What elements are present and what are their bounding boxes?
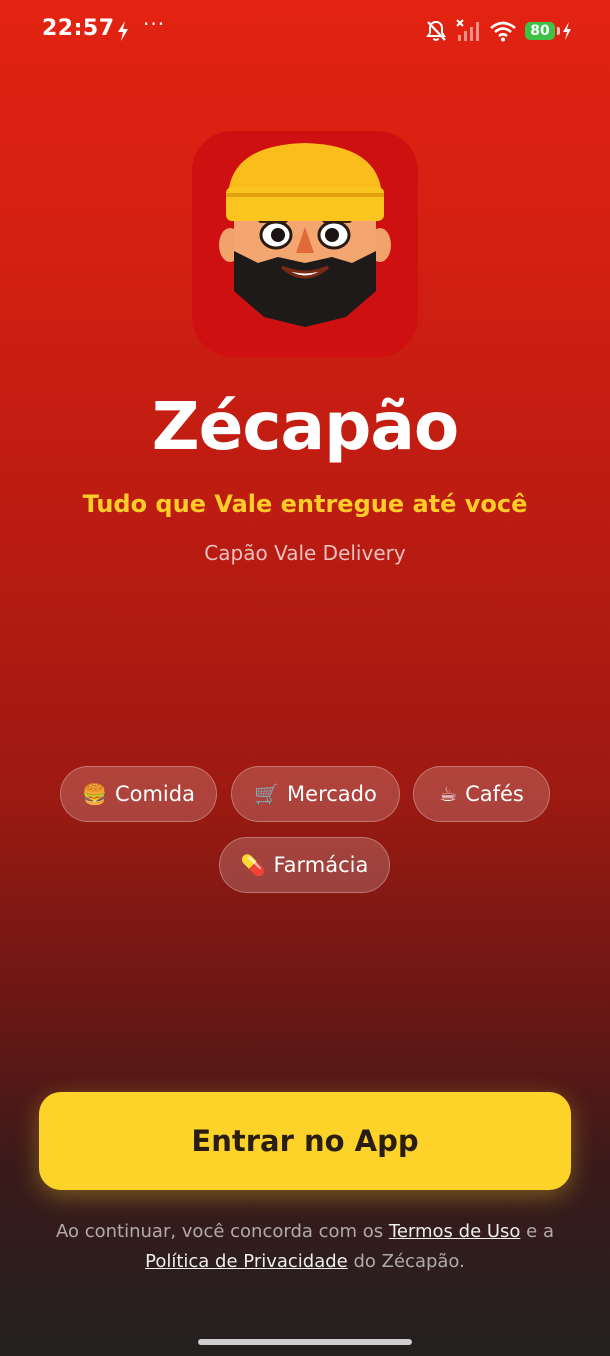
pill-icon: 💊 (240, 853, 266, 877)
charging-bolt-icon (118, 21, 128, 41)
app-logo (192, 131, 418, 357)
app-tagline: Tudo que Vale entregue até você (82, 490, 528, 518)
category-chip-label: Mercado (287, 782, 377, 806)
category-chip-comida[interactable]: 🍔 Comida (60, 766, 217, 822)
legal-prefix: Ao continuar, você concorda com os (55, 1221, 389, 1242)
category-chip-label: Cafés (465, 782, 524, 806)
app-subtitle: Capão Vale Delivery (204, 541, 406, 565)
coffee-icon: ☕ (439, 782, 458, 806)
category-chip-farmacia[interactable]: 💊 Farmácia (219, 837, 390, 893)
status-bar: 22:57 ··· 80 (0, 0, 610, 64)
status-time: 22:57 (42, 16, 115, 41)
home-indicator[interactable] (198, 1339, 412, 1345)
app-title: Zécapão (151, 388, 459, 465)
burger-icon: 🍔 (82, 782, 107, 806)
battery-level: 80 (525, 22, 555, 40)
wifi-icon (490, 21, 516, 42)
terms-of-use-link[interactable]: Termos de Uso (389, 1221, 521, 1242)
battery-charging-icon (563, 22, 571, 40)
battery-icon: 80 (525, 22, 572, 40)
category-chip-mercado[interactable]: 🛒 Mercado (231, 766, 400, 822)
signal-off-icon (456, 19, 479, 41)
category-chip-cafes[interactable]: ☕ Cafés (413, 766, 550, 822)
bell-muted-icon (426, 20, 446, 41)
privacy-policy-link[interactable]: Política de Privacidade (145, 1251, 348, 1272)
category-chip-label: Farmácia (273, 853, 369, 877)
legal-middle: e a (520, 1221, 554, 1242)
legal-suffix: do Zécapão. (347, 1251, 465, 1272)
category-chip-label: Comida (114, 782, 195, 806)
enter-app-button[interactable]: Entrar no App (39, 1092, 571, 1190)
shopping-cart-icon: 🛒 (254, 782, 280, 806)
more-notifications-icon: ··· (143, 12, 166, 36)
status-icons: 80 (425, 17, 572, 45)
legal-notice: Ao continuar, você concorda com os Termo… (40, 1217, 570, 1277)
